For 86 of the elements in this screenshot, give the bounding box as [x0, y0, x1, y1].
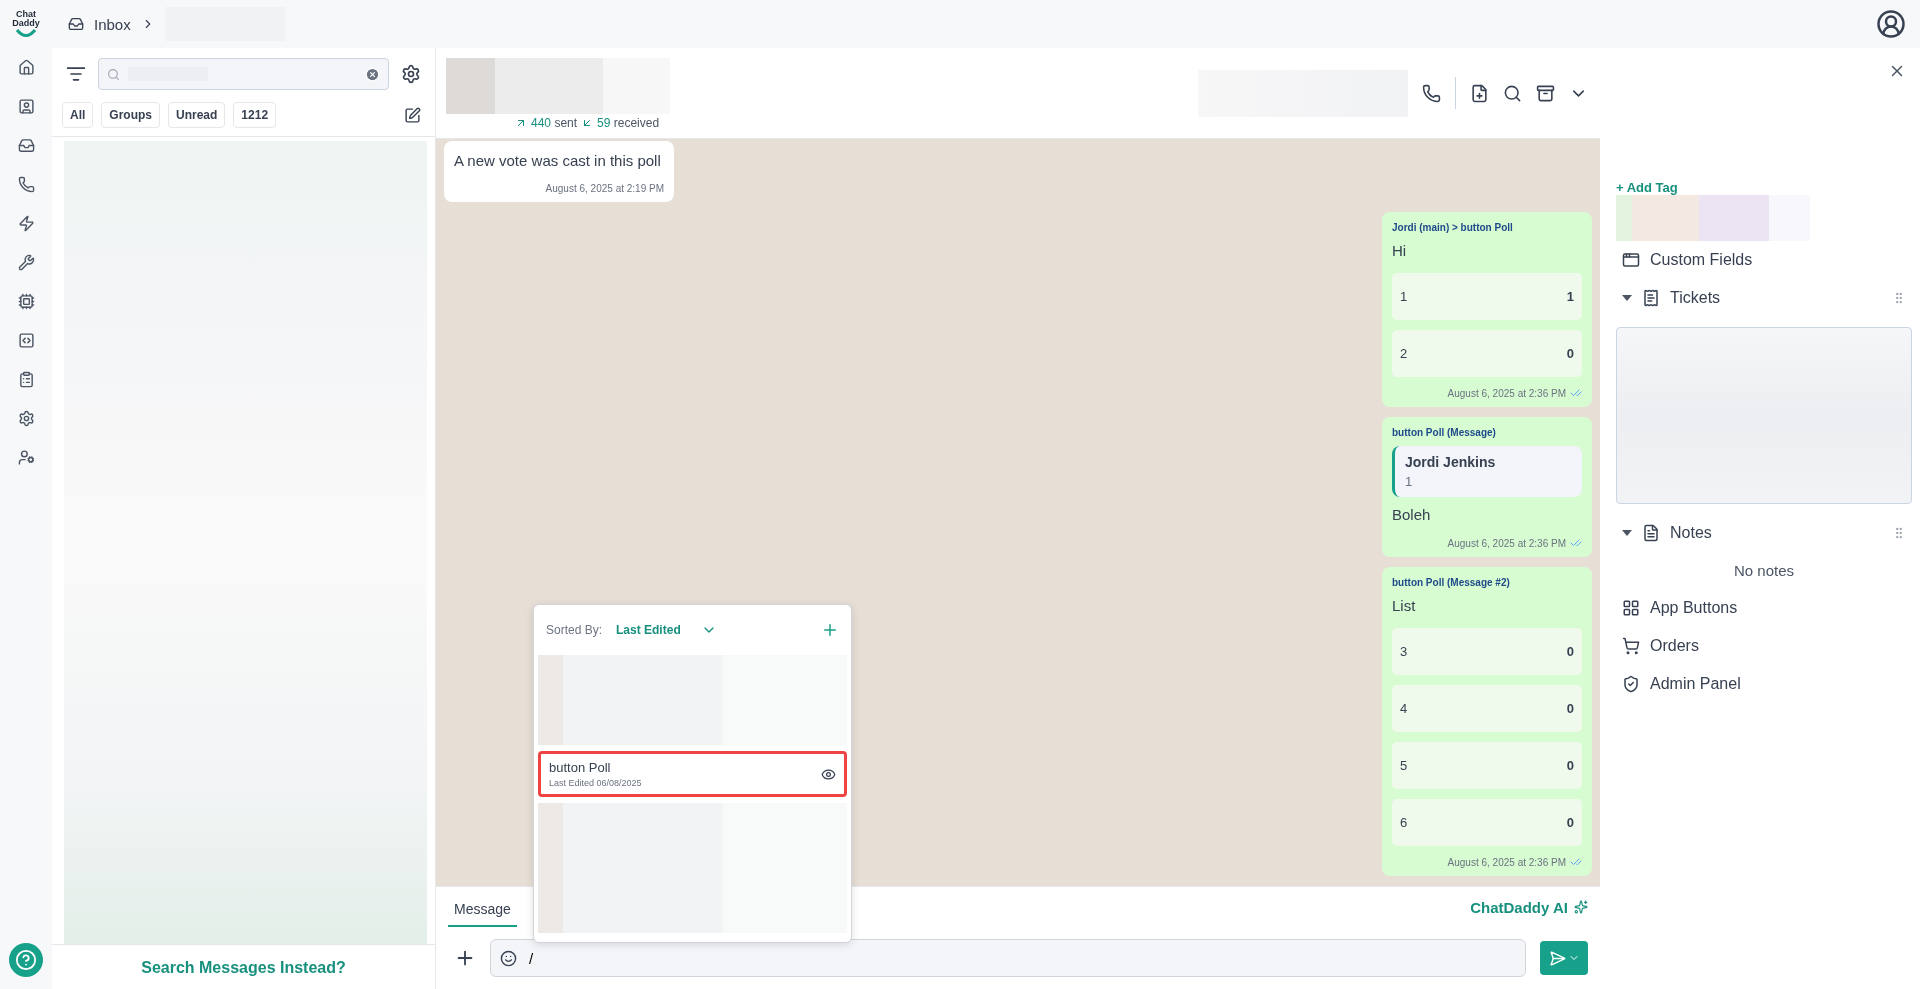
- user-avatar-icon[interactable]: [1876, 9, 1906, 39]
- ai-assistant-link[interactable]: ChatDaddy AI: [1470, 898, 1588, 916]
- search-field[interactable]: [98, 58, 389, 90]
- filter-chip[interactable]: All: [62, 102, 94, 128]
- contact-card-icon[interactable]: [17, 98, 35, 115]
- search-icon: [107, 67, 120, 81]
- double-check-icon: [1570, 537, 1582, 549]
- settings-icon[interactable]: [401, 64, 421, 84]
- help-icon: [15, 949, 37, 971]
- section-title[interactable]: Notes: [1670, 524, 1712, 542]
- window-icon: [1622, 251, 1640, 269]
- message-time: August 6, 2025 at 2:19 PM: [545, 183, 664, 194]
- home-icon[interactable]: [17, 59, 35, 76]
- template-title: button Poll: [549, 760, 612, 775]
- poll-option[interactable]: 1 1: [1392, 273, 1582, 320]
- quote-text: 1: [1405, 474, 1414, 489]
- phone-icon[interactable]: [17, 176, 35, 193]
- message-header: button Poll (Message): [1392, 427, 1497, 438]
- message-input[interactable]: /: [490, 939, 1526, 977]
- emoji-icon[interactable]: [500, 950, 517, 967]
- message-time: August 6, 2025 at 2:36 PM: [1447, 387, 1566, 399]
- sort-label: Sorted By:: [546, 623, 603, 637]
- preview-icon[interactable]: [821, 766, 836, 782]
- app-logo: Chat Daddy: [12, 10, 40, 37]
- received-count: 59 received: [597, 116, 660, 130]
- panel-link[interactable]: Custom Fields: [1616, 241, 1912, 279]
- document-icon: [1642, 524, 1660, 542]
- note-add-icon[interactable]: [1470, 83, 1489, 103]
- quote-author: Jordi Jenkins: [1405, 454, 1497, 470]
- panel-link[interactable]: Orders: [1616, 627, 1912, 665]
- poll-option[interactable]: 4 0: [1392, 685, 1582, 732]
- double-check-icon: [1570, 856, 1582, 868]
- inbox-icon: [68, 16, 84, 32]
- message-header: button Poll (Message #2): [1392, 577, 1511, 588]
- inbox-icon[interactable]: [17, 137, 35, 154]
- template-subtitle: Last Edited 06/08/2025: [549, 778, 642, 788]
- filter-chip[interactable]: Unread: [168, 102, 226, 128]
- poll-option[interactable]: 6 0: [1392, 799, 1582, 846]
- phone-icon[interactable]: [1422, 83, 1441, 103]
- poll-option[interactable]: 2 0: [1392, 330, 1582, 377]
- filter-chip[interactable]: Groups: [101, 102, 160, 128]
- template-item[interactable]: button Poll Last Edited 06/08/2025: [538, 751, 847, 797]
- clipboard-icon[interactable]: [17, 371, 35, 388]
- help-button[interactable]: [9, 943, 43, 977]
- cart-icon: [1622, 637, 1640, 655]
- plus-icon: [821, 621, 839, 639]
- panel-link[interactable]: Admin Panel: [1616, 665, 1912, 703]
- section-title[interactable]: Tickets: [1670, 289, 1721, 307]
- chip-icon[interactable]: [17, 293, 35, 310]
- send-button[interactable]: [1540, 941, 1588, 975]
- search-icon[interactable]: [1503, 83, 1522, 103]
- grid-icon: [1622, 599, 1640, 617]
- poll-question: Hi: [1392, 241, 1408, 261]
- user-settings-icon[interactable]: [17, 449, 35, 466]
- search-messages-link[interactable]: Search Messages Instead?: [52, 944, 435, 989]
- settings-icon[interactable]: [17, 410, 35, 427]
- message-text: A new vote was cast in this poll: [454, 151, 662, 171]
- clear-icon[interactable]: [365, 66, 380, 82]
- breadcrumb-link[interactable]: Inbox: [94, 15, 131, 33]
- poll-question: List: [1392, 596, 1417, 616]
- compose-icon[interactable]: [404, 106, 421, 124]
- panel-link[interactable]: App Buttons: [1616, 589, 1912, 627]
- archive-icon[interactable]: [1536, 83, 1555, 103]
- message-header: Jordi (main) > button Poll: [1392, 222, 1514, 233]
- sent-count: 440 sent: [531, 116, 578, 130]
- send-icon: [1548, 949, 1566, 967]
- empty-notes-text: No notes: [1732, 561, 1795, 581]
- message-time: August 6, 2025 at 2:36 PM: [1447, 537, 1566, 549]
- ticket-icon: [1642, 289, 1660, 307]
- shield-icon: [1622, 675, 1640, 693]
- sort-dropdown[interactable]: Last Edited: [610, 621, 723, 639]
- message-text: Boleh: [1392, 505, 1432, 525]
- filter-icon[interactable]: [66, 64, 86, 84]
- filter-chip[interactable]: 1212: [233, 102, 277, 128]
- sparkle-icon: [1574, 900, 1588, 914]
- lightning-icon[interactable]: [17, 215, 35, 232]
- caret-icon[interactable]: [1622, 295, 1632, 301]
- message-time: August 6, 2025 at 2:36 PM: [1447, 856, 1566, 868]
- code-icon[interactable]: [17, 332, 35, 349]
- poll-option[interactable]: 5 0: [1392, 742, 1582, 789]
- caret-icon[interactable]: [1622, 530, 1632, 536]
- poll-option[interactable]: 3 0: [1392, 628, 1582, 675]
- double-check-icon: [1570, 387, 1582, 399]
- tools-icon[interactable]: [17, 254, 35, 271]
- arrow-up-right-icon: [515, 117, 527, 129]
- add-tag-link[interactable]: + Add Tag: [1616, 180, 1912, 195]
